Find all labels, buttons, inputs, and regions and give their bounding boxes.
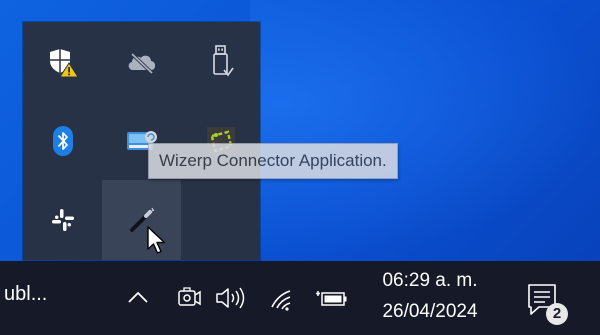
tooltip: Wizerp Connector Application. bbox=[148, 143, 398, 179]
windows-security-warning-icon bbox=[46, 45, 80, 79]
onedrive-icon bbox=[124, 48, 160, 76]
wifi-icon[interactable] bbox=[268, 283, 300, 317]
tray-item-bluetooth[interactable] bbox=[23, 101, 102, 180]
tray-item-wand-tool[interactable] bbox=[102, 180, 181, 260]
tray-item-usb[interactable] bbox=[181, 22, 260, 101]
battery-icon[interactable] bbox=[315, 287, 349, 313]
bluetooth-icon bbox=[52, 125, 74, 157]
tray-item-onedrive[interactable] bbox=[102, 22, 181, 101]
meet-now-camera-icon[interactable] bbox=[176, 283, 202, 317]
tray-empty-slot bbox=[181, 180, 260, 260]
wallpaper-light bbox=[250, 0, 600, 260]
clock-time: 06:29 a. m. bbox=[382, 270, 478, 291]
notification-center-button[interactable]: 2 bbox=[525, 279, 569, 325]
slack-icon bbox=[49, 206, 77, 234]
clock-date: 26/04/2024 bbox=[382, 301, 478, 322]
hidden-icons-flyout bbox=[23, 22, 260, 260]
tray-item-slack[interactable] bbox=[23, 180, 102, 260]
notification-count-badge: 2 bbox=[546, 303, 568, 325]
desktop[interactable]: Wizerp Connector Application. ubl... 06:… bbox=[0, 0, 600, 335]
taskbar-app-button[interactable]: ubl... bbox=[4, 283, 47, 306]
taskbar: ubl... 06:29 a. m. 26/04/2024 2 bbox=[0, 261, 600, 335]
tray-item-windows-security[interactable] bbox=[23, 22, 102, 101]
volume-icon[interactable] bbox=[214, 284, 250, 316]
usb-safely-remove-icon bbox=[208, 44, 234, 80]
clock[interactable]: 06:29 a. m. 26/04/2024 bbox=[360, 267, 500, 329]
chevron-up-icon[interactable] bbox=[126, 289, 150, 309]
mouse-pointer-icon bbox=[146, 225, 168, 261]
